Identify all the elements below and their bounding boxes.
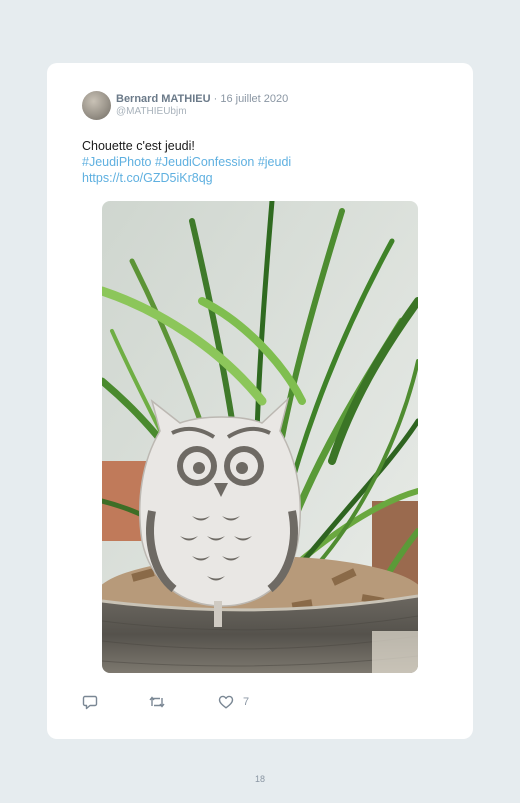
retweet-button[interactable]: [148, 694, 166, 710]
avatar[interactable]: [82, 91, 111, 120]
tweet-card: Bernard MATHIEU · 16 juillet 2020 @MATHI…: [47, 63, 473, 739]
owl-plant-photo: [102, 201, 418, 673]
author-name[interactable]: Bernard MATHIEU: [116, 93, 211, 105]
like-button[interactable]: 7: [218, 694, 249, 710]
author-handle[interactable]: @MATHIEUbjm: [116, 106, 187, 117]
tweet-photo[interactable]: [102, 201, 418, 673]
reply-button[interactable]: [82, 694, 98, 710]
hashtags[interactable]: #JeudiPhoto #JeudiConfession #jeudi: [82, 154, 291, 170]
page-number: 18: [254, 774, 265, 784]
author-line: Bernard MATHIEU · 16 juillet 2020: [116, 93, 288, 105]
tweet-link[interactable]: https://t.co/GZD5iKr8qg: [82, 170, 291, 186]
retweet-icon: [148, 694, 166, 710]
like-count: 7: [243, 696, 250, 708]
tweet-text: Chouette c'est jeudi! #JeudiPhoto #Jeudi…: [82, 138, 291, 186]
tweet-actions: 7: [82, 694, 282, 714]
heart-icon: [218, 694, 234, 710]
reply-icon: [82, 694, 98, 710]
tweet-date[interactable]: 16 juillet 2020: [220, 93, 288, 105]
tweet-text-line: Chouette c'est jeudi!: [82, 139, 195, 153]
